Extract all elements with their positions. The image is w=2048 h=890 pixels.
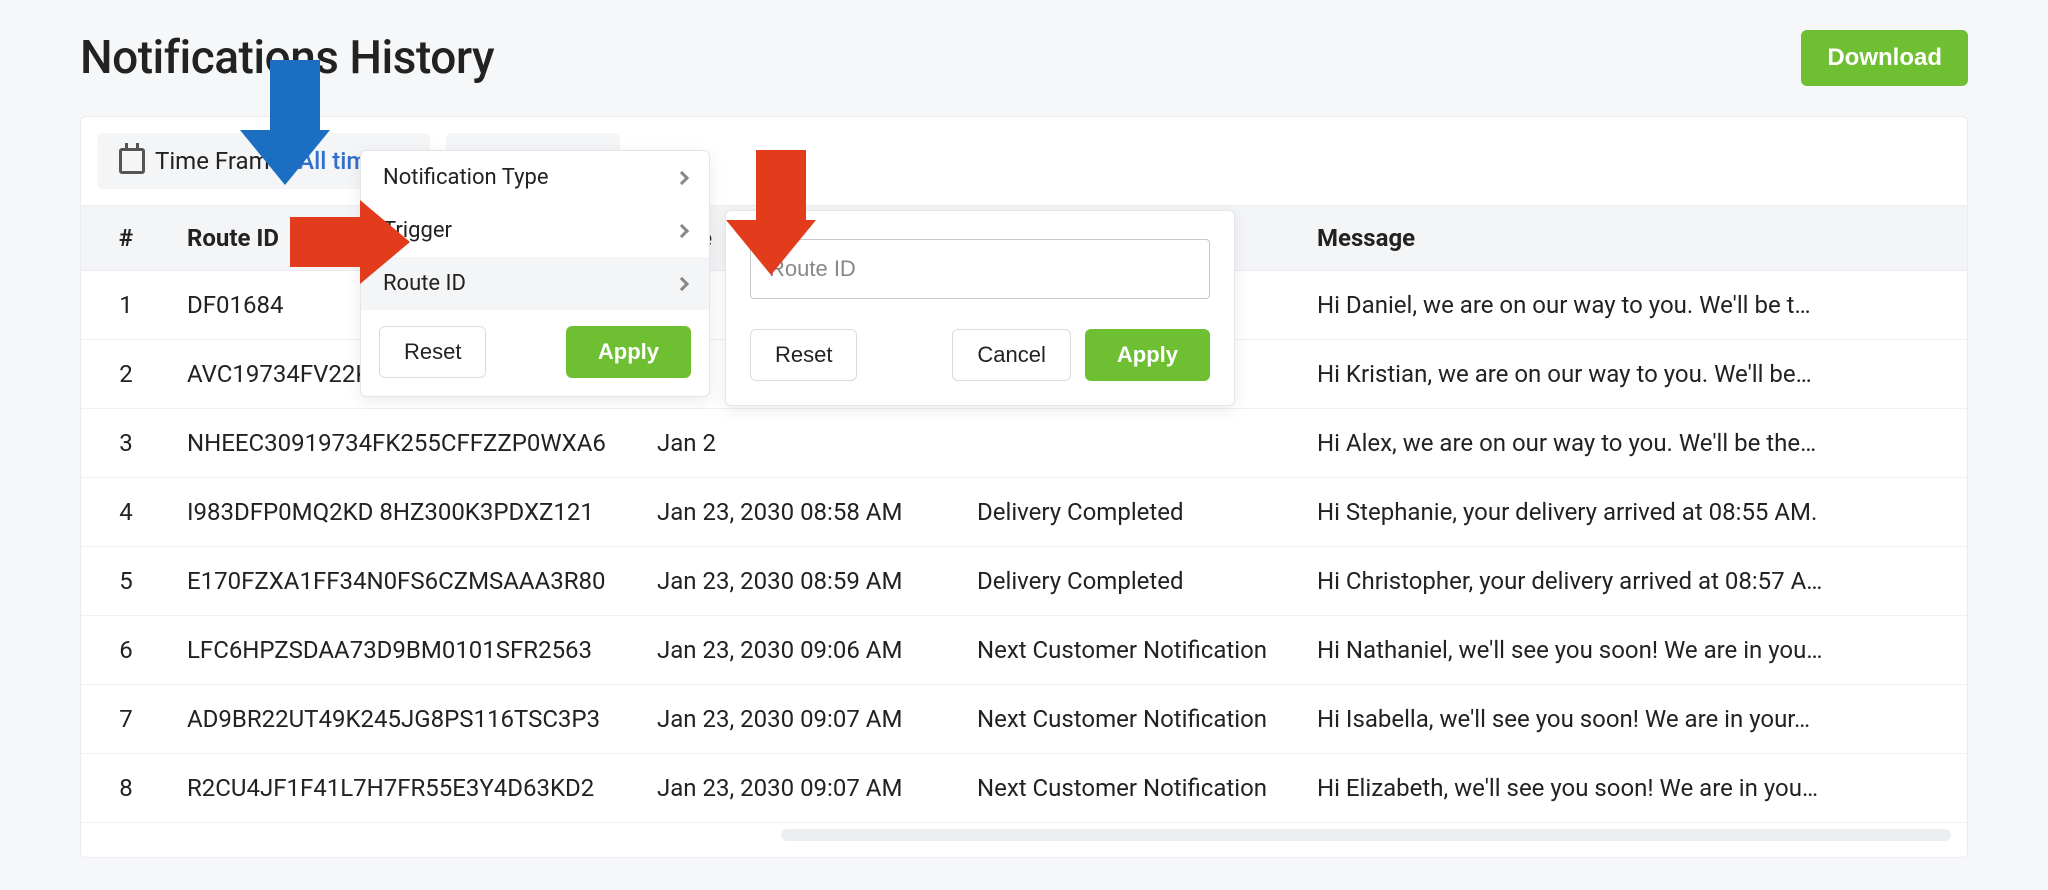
- cell-message: Hi Stephanie, your delivery arrived at 0…: [1301, 478, 1967, 547]
- cell-num: 4: [81, 478, 171, 547]
- cell-num: 1: [81, 271, 171, 340]
- cell-trigger: Delivery Completed: [961, 478, 1301, 547]
- table-row[interactable]: 6LFC6HPZSDAA73D9BM0101SFR2563Jan 23, 203…: [81, 616, 1967, 685]
- chevron-right-icon: [675, 276, 689, 290]
- cell-route: AD9BR22UT49K245JG8PS116TSC3P3: [171, 685, 641, 754]
- table-row[interactable]: 5E170FZXA1FF34N0FS6CZMSAAA3R80Jan 23, 20…: [81, 547, 1967, 616]
- table-row[interactable]: 8R2CU4JF1F41L7H7FR55E3Y4D63KD2Jan 23, 20…: [81, 754, 1967, 823]
- horizontal-scrollbar[interactable]: [781, 829, 1951, 841]
- chevron-right-icon: [675, 170, 689, 184]
- cell-time: Jan 23, 2030 08:59 AM: [641, 547, 961, 616]
- cell-num: 5: [81, 547, 171, 616]
- cell-message: Hi Daniel, we are on our way to you. We'…: [1301, 271, 1967, 340]
- cell-route: E170FZXA1FF34N0FS6CZMSAAA3R80: [171, 547, 641, 616]
- cell-message: Hi Kristian, we are on our way to you. W…: [1301, 340, 1967, 409]
- cell-num: 2: [81, 340, 171, 409]
- chevron-right-icon: [675, 223, 689, 237]
- table-row[interactable]: 4I983DFP0MQ2KD 8HZ300K3PDXZ121Jan 23, 20…: [81, 478, 1967, 547]
- cell-trigger: Next Customer Notification: [961, 754, 1301, 823]
- cell-time: Jan 23, 2030 09:06 AM: [641, 616, 961, 685]
- col-header-message[interactable]: Message: [1301, 206, 1967, 271]
- filter-item-label: Notification Type: [383, 165, 549, 190]
- cell-trigger: [961, 409, 1301, 478]
- cell-num: 3: [81, 409, 171, 478]
- filters-reset-button[interactable]: Reset: [379, 326, 486, 378]
- annotation-arrow-red-1: [290, 200, 410, 284]
- table-row[interactable]: 7AD9BR22UT49K245JG8PS116TSC3P3Jan 23, 20…: [81, 685, 1967, 754]
- cell-trigger: Delivery Completed: [961, 547, 1301, 616]
- cell-route: I983DFP0MQ2KD 8HZ300K3PDXZ121: [171, 478, 641, 547]
- table-row[interactable]: 3NHEEC30919734FK255CFFZZP0WXA6Jan 2 Hi Al…: [81, 409, 1967, 478]
- filter-item-trigger[interactable]: Trigger: [361, 204, 709, 257]
- cell-route: LFC6HPZSDAA73D9BM0101SFR2563: [171, 616, 641, 685]
- annotation-arrow-blue: [260, 60, 330, 185]
- cell-message: Hi Christopher, your delivery arrived at…: [1301, 547, 1967, 616]
- route-cancel-button[interactable]: Cancel: [952, 329, 1070, 381]
- cell-num: 7: [81, 685, 171, 754]
- filter-item-notification-type[interactable]: Notification Type: [361, 151, 709, 204]
- cell-message: Hi Alex, we are on our way to you. We'll…: [1301, 409, 1967, 478]
- cell-time: Jan 23, 2030 09:07 AM: [641, 754, 961, 823]
- cell-route: NHEEC30919734FK255CFFZZP0WXA6: [171, 409, 641, 478]
- route-id-input[interactable]: [750, 239, 1210, 299]
- cell-trigger: Next Customer Notification: [961, 616, 1301, 685]
- route-apply-button[interactable]: Apply: [1085, 329, 1210, 381]
- cell-message: Hi Isabella, we'll see you soon! We are …: [1301, 685, 1967, 754]
- download-button[interactable]: Download: [1801, 30, 1968, 86]
- cell-time: Jan 23, 2030 08:58 AM: [641, 478, 961, 547]
- cell-route: R2CU4JF1F41L7H7FR55E3Y4D63KD2: [171, 754, 641, 823]
- filters-apply-button[interactable]: Apply: [566, 326, 691, 378]
- col-header-num[interactable]: #: [81, 206, 171, 271]
- cell-time: Jan 2: [641, 409, 961, 478]
- filter-item-route-id[interactable]: Route ID: [361, 257, 709, 310]
- annotation-arrow-red-2: [746, 150, 816, 275]
- cell-time: Jan 23, 2030 09:07 AM: [641, 685, 961, 754]
- cell-trigger: Next Customer Notification: [961, 685, 1301, 754]
- cell-message: Hi Elizabeth, we'll see you soon! We are…: [1301, 754, 1967, 823]
- calendar-icon: [119, 148, 145, 174]
- filters-menu: Notification Type Trigger Route ID Reset…: [360, 150, 710, 397]
- cell-num: 6: [81, 616, 171, 685]
- cell-num: 8: [81, 754, 171, 823]
- cell-message: Hi Nathaniel, we'll see you soon! We are…: [1301, 616, 1967, 685]
- route-reset-button[interactable]: Reset: [750, 329, 857, 381]
